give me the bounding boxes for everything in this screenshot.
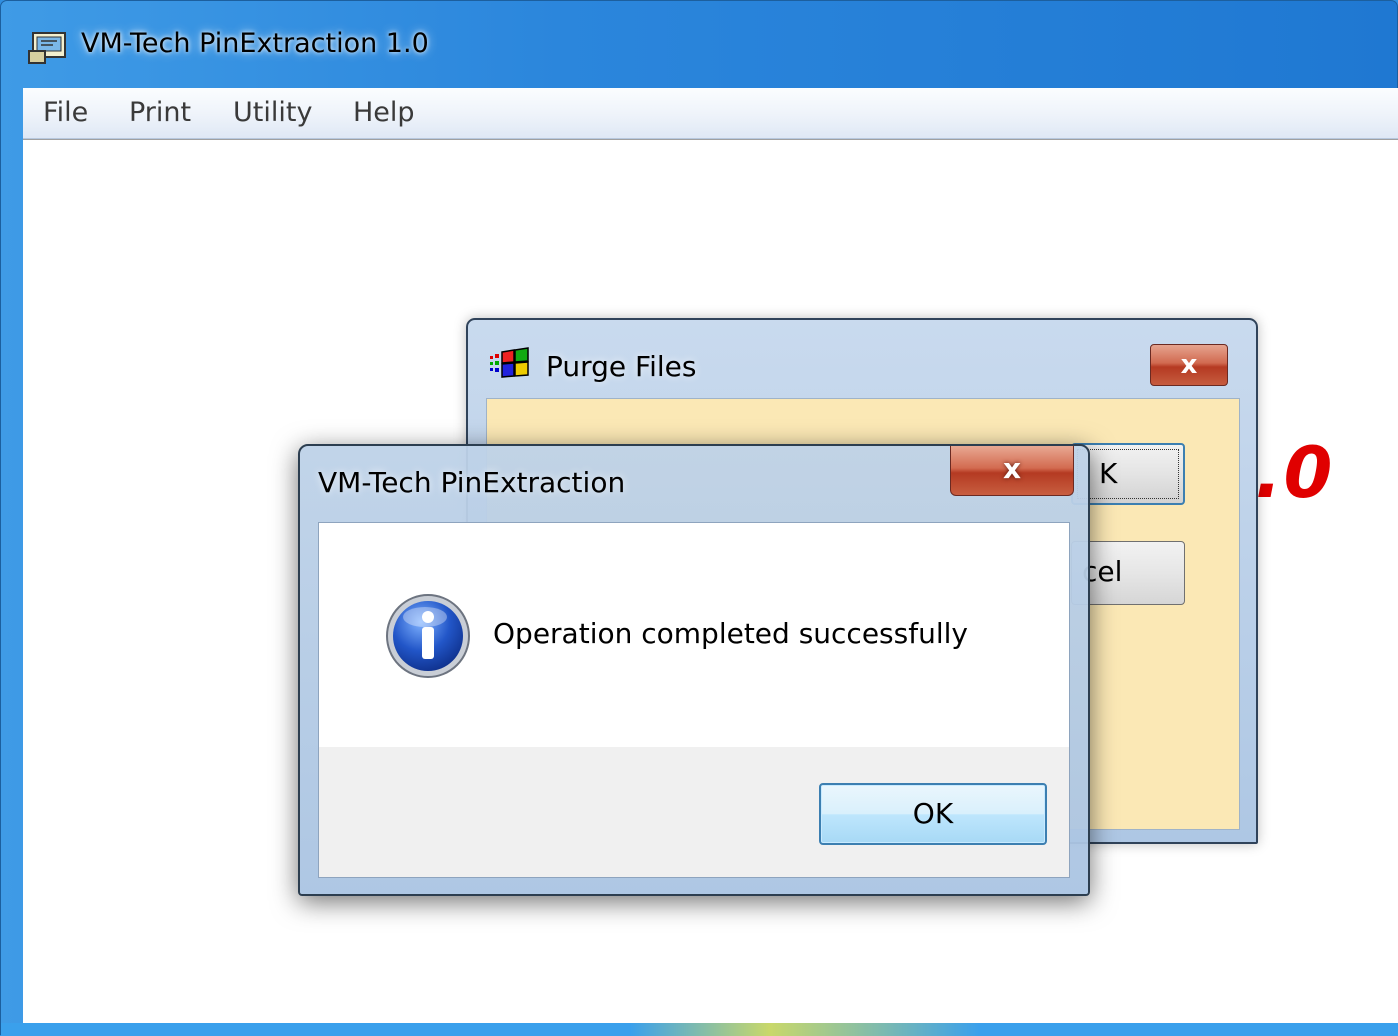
menu-file[interactable]: File — [43, 97, 88, 128]
app-window-icon — [28, 32, 66, 64]
menu-bar: File Print Utility Help — [23, 88, 1398, 139]
menu-print[interactable]: Print — [129, 97, 191, 128]
message-box-footer: OK — [319, 747, 1069, 877]
message-box-close-button[interactable]: x — [950, 446, 1074, 496]
main-window-title: VM-Tech PinExtraction 1.0 — [81, 28, 429, 59]
ok-button[interactable]: OK — [819, 783, 1047, 845]
close-icon: x — [1002, 452, 1022, 485]
focus-rectangle — [1077, 449, 1179, 499]
windows-flag-icon — [490, 347, 529, 378]
info-icon — [386, 594, 470, 678]
purge-close-button[interactable]: x — [1150, 344, 1228, 386]
message-box-dialog: VM-Tech PinExtraction x Operation comple… — [298, 444, 1090, 896]
purge-dialog-title: Purge Files — [546, 350, 697, 383]
message-text: Operation completed successfully — [493, 617, 968, 650]
menu-utility[interactable]: Utility — [233, 97, 312, 128]
menu-help[interactable]: Help — [353, 97, 415, 128]
taskbar-edge — [1, 1023, 1398, 1036]
version-text-fragment: .0 — [1255, 432, 1335, 514]
main-titlebar[interactable]: VM-Tech PinExtraction 1.0 — [1, 1, 1398, 87]
message-box-content: Operation completed successfully OK — [318, 522, 1070, 878]
message-box-title: VM-Tech PinExtraction — [318, 466, 626, 499]
close-icon: x — [1180, 350, 1198, 380]
